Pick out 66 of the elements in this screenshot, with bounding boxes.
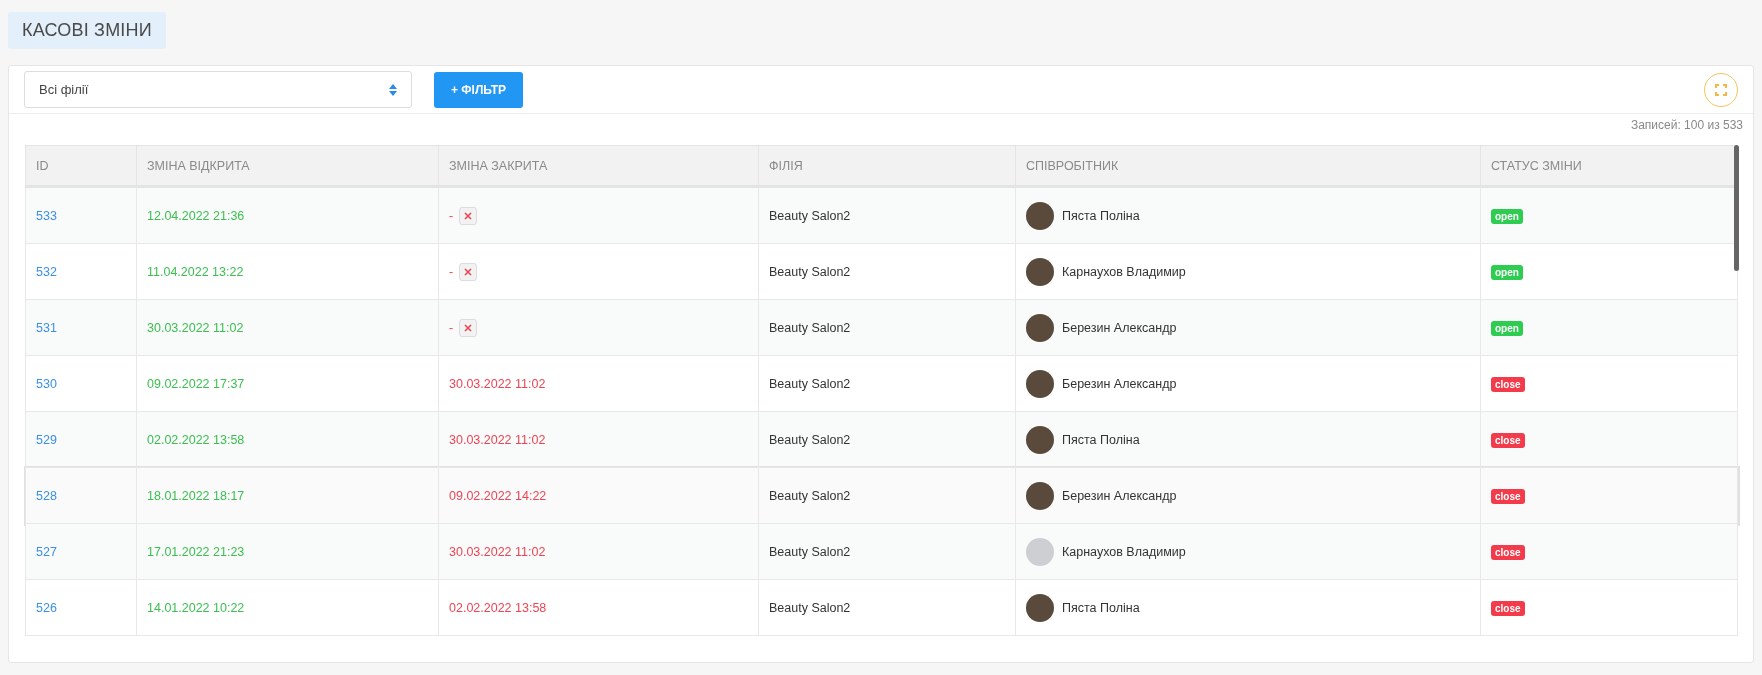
closed-date: 30.03.2022 11:02: [449, 376, 546, 391]
employee-name: Березин Александр: [1062, 488, 1177, 503]
employee-name: Березин Александр: [1062, 320, 1177, 335]
close-shift-button[interactable]: [459, 262, 478, 281]
close-icon: [464, 323, 473, 332]
column-header: ФІЛІЯ: [758, 145, 1016, 187]
fullscreen-icon: [1715, 83, 1727, 96]
close-icon: [464, 267, 473, 276]
records-count: Записей: 100 из 533: [1630, 118, 1743, 134]
branch-name: Beauty Salon2: [769, 488, 851, 503]
id-link[interactable]: 526: [36, 600, 57, 615]
filter-button[interactable]: + ФІЛЬТР: [434, 71, 524, 108]
employee-name: Карнаухов Владимир: [1062, 544, 1186, 559]
opened-date: 02.02.2022 13:58: [147, 432, 245, 447]
branch-name: Beauty Salon2: [769, 264, 851, 279]
employee-name: Пяста Поліна: [1062, 208, 1140, 223]
status-badge: close: [1491, 544, 1525, 560]
employee-name: Пяста Поліна: [1062, 432, 1140, 447]
opened-date: 14.01.2022 10:22: [147, 600, 245, 615]
employee-name: Карнаухов Владимир: [1062, 264, 1186, 279]
empty-dash: -: [449, 264, 454, 279]
opened-date: 30.03.2022 11:02: [147, 320, 244, 335]
branch-name: Beauty Salon2: [769, 600, 851, 615]
page-title: КАСОВІ ЗМІНИ: [8, 12, 166, 49]
column-header: СПІВРОБІТНИК: [1015, 145, 1481, 187]
id-link[interactable]: 530: [36, 376, 57, 391]
branch-select[interactable]: Всі філії: [24, 71, 412, 108]
close-shift-button[interactable]: [459, 318, 478, 337]
empty-dash: -: [449, 208, 454, 223]
id-link[interactable]: 531: [36, 320, 57, 335]
id-link[interactable]: 528: [36, 488, 57, 503]
column-header: ЗМІНА ЗАКРИТА: [438, 145, 759, 187]
empty-dash: -: [449, 320, 454, 335]
opened-date: 11.04.2022 13:22: [147, 264, 244, 279]
opened-date: 12.04.2022 21:36: [147, 208, 245, 223]
branch-name: Beauty Salon2: [769, 320, 851, 335]
status-badge: close: [1491, 376, 1525, 392]
closed-date: 09.02.2022 14:22: [449, 488, 547, 503]
id-link[interactable]: 527: [36, 544, 57, 559]
opened-date: 18.01.2022 18:17: [147, 488, 245, 503]
id-link[interactable]: 529: [36, 432, 57, 447]
scrollbar[interactable]: [1734, 145, 1739, 271]
status-badge: close: [1491, 600, 1525, 616]
close-shift-button[interactable]: [459, 206, 478, 225]
status-badge: open: [1491, 208, 1523, 224]
branch-name: Beauty Salon2: [769, 432, 851, 447]
employee-name: Пяста Поліна: [1062, 600, 1140, 615]
sort-arrows-icon: [389, 83, 397, 96]
status-badge: close: [1491, 432, 1525, 448]
employee-name: Березин Александр: [1062, 376, 1177, 391]
opened-date: 09.02.2022 17:37: [147, 376, 245, 391]
closed-date: 30.03.2022 11:02: [449, 544, 546, 559]
branch-name: Beauty Salon2: [769, 376, 851, 391]
branch-name: Beauty Salon2: [769, 208, 851, 223]
id-link[interactable]: 533: [36, 208, 57, 223]
opened-date: 17.01.2022 21:23: [147, 544, 245, 559]
column-header: ЗМІНА ВІДКРИТА: [136, 145, 439, 187]
status-badge: open: [1491, 320, 1523, 336]
branch-name: Beauty Salon2: [769, 544, 851, 559]
column-header: ID: [25, 145, 137, 187]
closed-date: 30.03.2022 11:02: [449, 432, 546, 447]
status-badge: open: [1491, 264, 1523, 280]
status-badge: close: [1491, 488, 1525, 504]
id-link[interactable]: 532: [36, 264, 57, 279]
closed-date: 02.02.2022 13:58: [449, 600, 547, 615]
close-icon: [464, 211, 473, 220]
